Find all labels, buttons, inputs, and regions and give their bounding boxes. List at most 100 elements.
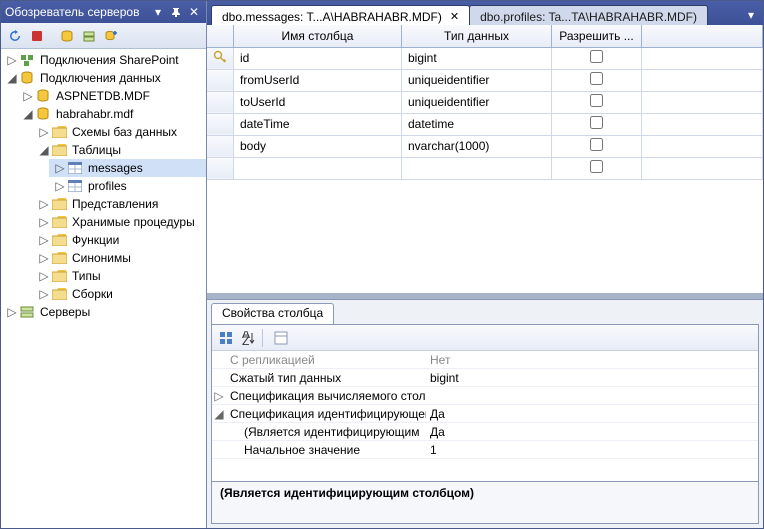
grid-row[interactable]: body nvarchar(1000) bbox=[207, 135, 763, 157]
column-properties-panel: Свойства столбца AZ С репликациейНет Сжа… bbox=[207, 299, 763, 528]
tree-node-data-connections[interactable]: ◢ Подключения данных bbox=[1, 69, 206, 87]
connect-db-icon[interactable] bbox=[57, 26, 77, 46]
grid-row[interactable]: dateTime datetime bbox=[207, 113, 763, 135]
expand-icon[interactable]: ▷ bbox=[37, 215, 51, 229]
tree-node-table-profiles[interactable]: ▷profiles bbox=[49, 177, 206, 195]
cell-type[interactable]: nvarchar(1000) bbox=[402, 135, 552, 157]
prop-row-condensed-type[interactable]: Сжатый тип данныхbigint bbox=[212, 369, 758, 387]
nullable-checkbox[interactable] bbox=[590, 138, 603, 151]
prop-row-computed-spec[interactable]: ▷Спецификация вычисляемого столбца bbox=[212, 387, 758, 405]
cell-type[interactable]: datetime bbox=[402, 113, 552, 135]
property-pages-icon[interactable] bbox=[271, 328, 291, 348]
cell-type[interactable]: uniqueidentifier bbox=[402, 91, 552, 113]
stop-icon[interactable] bbox=[27, 26, 47, 46]
tree-view[interactable]: ▷ Подключения SharePoint ◢ Подключения д… bbox=[1, 49, 206, 528]
tree-node-types[interactable]: ▷Типы bbox=[33, 267, 206, 285]
expand-icon[interactable]: ▷ bbox=[53, 161, 67, 175]
nullable-checkbox[interactable] bbox=[590, 116, 603, 129]
prop-row-is-identity[interactable]: (Является идентифицирующимДа bbox=[212, 423, 758, 441]
expand-icon[interactable]: ▷ bbox=[53, 179, 67, 193]
cell-nullable[interactable] bbox=[552, 113, 642, 135]
tree-node-sharepoint[interactable]: ▷ Подключения SharePoint bbox=[1, 51, 206, 69]
col-header-type[interactable]: Тип данных bbox=[402, 25, 552, 47]
tab-column-properties[interactable]: Свойства столбца bbox=[211, 303, 334, 324]
tree-node-synonyms[interactable]: ▷Синонимы bbox=[33, 249, 206, 267]
cell-name[interactable] bbox=[234, 157, 402, 179]
expand-icon[interactable]: ▷ bbox=[37, 269, 51, 283]
folder-icon bbox=[51, 250, 67, 266]
tab-label: dbo.messages: T...A\HABRAHABR.MDF) bbox=[222, 10, 442, 24]
tree-node-assemblies[interactable]: ▷Сборки bbox=[33, 285, 206, 303]
cell-nullable[interactable] bbox=[552, 69, 642, 91]
cell-nullable[interactable] bbox=[552, 91, 642, 113]
pin-icon[interactable] bbox=[168, 4, 184, 20]
cell-type[interactable] bbox=[402, 157, 552, 179]
collapse-icon[interactable]: ◢ bbox=[212, 407, 226, 421]
file-tab-messages[interactable]: dbo.messages: T...A\HABRAHABR.MDF) ✕ bbox=[211, 5, 470, 25]
db-file-icon bbox=[35, 106, 51, 122]
tree-node-tables[interactable]: ◢Таблицы bbox=[33, 141, 206, 159]
prop-row-replication[interactable]: С репликациейНет bbox=[212, 351, 758, 369]
expand-icon[interactable]: ▷ bbox=[5, 305, 19, 319]
categorized-view-icon[interactable] bbox=[216, 328, 236, 348]
col-header-name[interactable]: Имя столбца bbox=[234, 25, 402, 47]
tree-node-table-messages[interactable]: ▷messages bbox=[49, 159, 206, 177]
tree-node-functions[interactable]: ▷Функции bbox=[33, 231, 206, 249]
file-tab-profiles[interactable]: dbo.profiles: Ta...TA\HABRAHABR.MDF) bbox=[469, 5, 708, 25]
properties-list[interactable]: С репликациейНет Сжатый тип данныхbigint… bbox=[212, 351, 758, 481]
expand-icon[interactable]: ▷ bbox=[37, 233, 51, 247]
cell-name[interactable]: fromUserId bbox=[234, 69, 402, 91]
nullable-checkbox[interactable] bbox=[590, 160, 603, 173]
prop-row-identity-spec[interactable]: ◢Спецификация идентифицирующегоДа bbox=[212, 405, 758, 423]
expand-icon[interactable]: ▷ bbox=[37, 125, 51, 139]
tab-close-icon[interactable]: ✕ bbox=[450, 10, 459, 23]
tree-node-views[interactable]: ▷Представления bbox=[33, 195, 206, 213]
cell-type[interactable]: bigint bbox=[402, 47, 552, 69]
folder-icon bbox=[51, 286, 67, 302]
close-icon[interactable]: ✕ bbox=[186, 4, 202, 20]
refresh-icon[interactable] bbox=[5, 26, 25, 46]
prop-row-seed[interactable]: Начальное значение1 bbox=[212, 441, 758, 459]
cell-name[interactable]: id bbox=[234, 47, 402, 69]
nullable-checkbox[interactable] bbox=[590, 72, 603, 85]
tree-node-aspnetdb[interactable]: ▷ ASPNETDB.MDF bbox=[17, 87, 206, 105]
collapse-icon[interactable]: ◢ bbox=[21, 107, 35, 121]
col-header-null[interactable]: Разрешить ... bbox=[552, 25, 642, 47]
cell-name[interactable]: dateTime bbox=[234, 113, 402, 135]
expand-icon[interactable]: ▷ bbox=[37, 251, 51, 265]
tree-node-servers[interactable]: ▷ Серверы bbox=[1, 303, 206, 321]
tree-node-sprocs[interactable]: ▷Хранимые процедуры bbox=[33, 213, 206, 231]
collapse-icon[interactable]: ◢ bbox=[5, 71, 19, 85]
tree-node-schemas[interactable]: ▷Схемы баз данных bbox=[33, 123, 206, 141]
cell-type[interactable]: uniqueidentifier bbox=[402, 69, 552, 91]
cell-nullable[interactable] bbox=[552, 157, 642, 179]
folder-icon bbox=[51, 232, 67, 248]
expand-icon[interactable]: ▷ bbox=[212, 389, 226, 403]
cell-nullable[interactable] bbox=[552, 47, 642, 69]
connect-server-icon[interactable] bbox=[79, 26, 99, 46]
cell-name[interactable]: body bbox=[234, 135, 402, 157]
grid-row[interactable]: fromUserId uniqueidentifier bbox=[207, 69, 763, 91]
alphabetical-view-icon[interactable]: AZ bbox=[239, 328, 259, 348]
tree-label: Подключения данных bbox=[38, 71, 163, 85]
grid-row[interactable]: id bigint bbox=[207, 47, 763, 69]
tab-menu-icon[interactable]: ▾ bbox=[743, 7, 759, 23]
cell-name[interactable]: toUserId bbox=[234, 91, 402, 113]
cell-nullable[interactable] bbox=[552, 135, 642, 157]
nullable-checkbox[interactable] bbox=[590, 94, 603, 107]
expand-icon[interactable]: ▷ bbox=[37, 287, 51, 301]
folder-icon bbox=[51, 142, 67, 158]
tree-node-habrahabr[interactable]: ◢ habrahabr.mdf bbox=[17, 105, 206, 123]
expand-icon[interactable]: ▷ bbox=[37, 197, 51, 211]
expand-icon[interactable]: ▷ bbox=[5, 53, 19, 67]
server-explorer-panel: Обозреватель серверов ▾ ✕ ▷ Подключения … bbox=[1, 1, 207, 528]
add-connection-icon[interactable] bbox=[101, 26, 121, 46]
expand-icon[interactable]: ▷ bbox=[21, 89, 35, 103]
grid-row-new[interactable] bbox=[207, 157, 763, 179]
grid-row[interactable]: toUserId uniqueidentifier bbox=[207, 91, 763, 113]
table-designer-grid[interactable]: Имя столбца Тип данных Разрешить ... id … bbox=[207, 25, 763, 293]
nullable-checkbox[interactable] bbox=[590, 50, 603, 63]
dropdown-arrow-icon[interactable]: ▾ bbox=[150, 4, 166, 20]
row-header-col bbox=[207, 25, 234, 47]
collapse-icon[interactable]: ◢ bbox=[37, 143, 51, 157]
